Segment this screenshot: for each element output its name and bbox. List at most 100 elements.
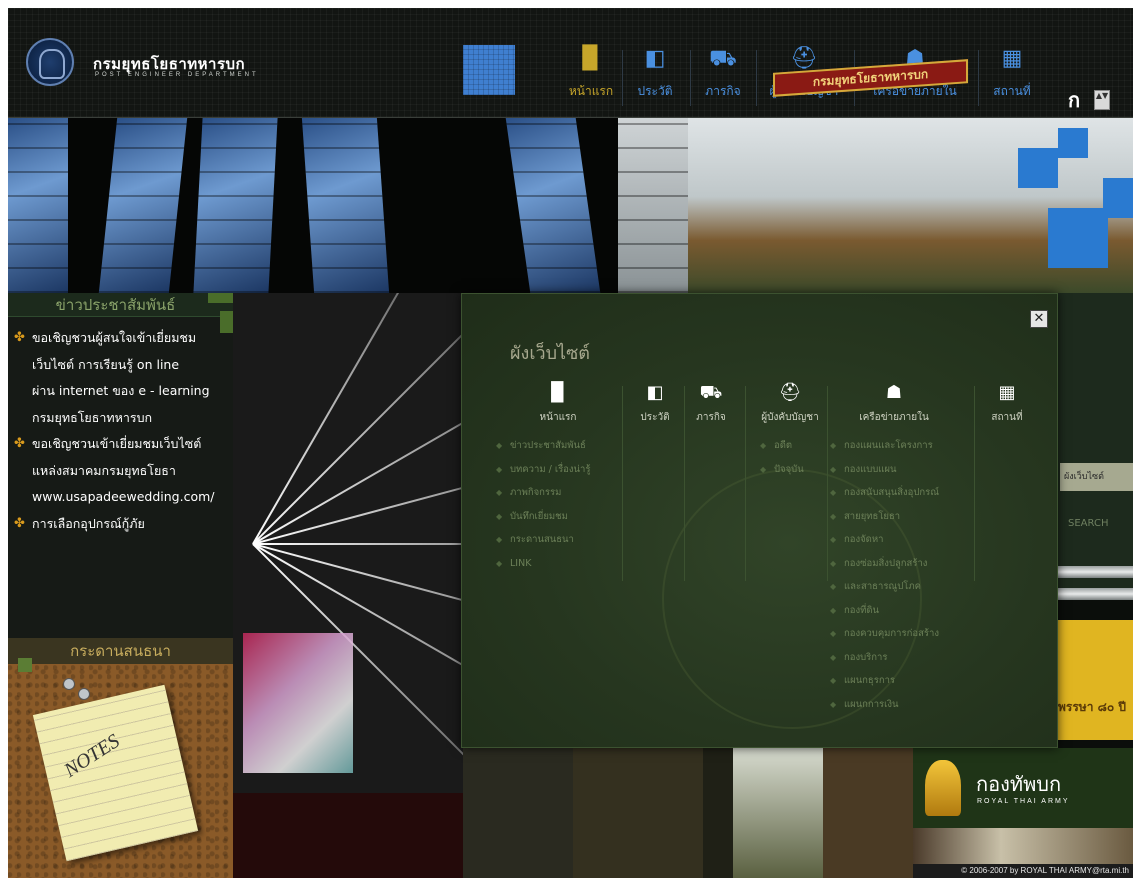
note-text: NOTES [60, 730, 124, 782]
sitemap-link[interactable]: กองสนับสนุนสิ่งอุปกรณ์ [830, 481, 939, 505]
sitemap-link[interactable]: แผนกการเงิน [830, 693, 939, 717]
page-frame: กรมยุทธโยธาทหารบก POST ENGINEER DEPARTME… [8, 8, 1133, 878]
open-book-icon: ◧ [644, 46, 666, 71]
glass-panel [618, 118, 688, 293]
font-size-control[interactable]: ก ▲▼ [1068, 88, 1113, 112]
font-size-stepper[interactable]: ▲▼ [1094, 90, 1110, 110]
sitemap-link[interactable]: ปัจจุบัน [760, 458, 804, 482]
photo-block [463, 748, 573, 878]
decor-pipe [1056, 566, 1133, 578]
sitemap-link[interactable]: กองซ่อมสิ่งปลูกสร้าง [830, 552, 939, 576]
flower-bullet-icon: ✤ [14, 515, 25, 531]
glass-panel [8, 118, 68, 293]
sitemap-link[interactable]: กองควบคุมการก่อสร้าง [830, 622, 939, 646]
flower-bullet-icon: ✤ [14, 330, 25, 345]
sitemap-link[interactable]: กระดานสนธนา [496, 528, 590, 552]
sticky-note: NOTES [32, 684, 199, 862]
sitemap-link[interactable]: แผนกธุรการ [830, 669, 939, 693]
header-accent-block [463, 45, 515, 95]
sitemap-link[interactable]: บันทึกเยี่ยมชม [496, 505, 590, 529]
news-item[interactable]: ✤ การเลือกอุปกรณ์กู้ภัย [14, 511, 227, 538]
sitemap-link[interactable]: บทความ / เรื่องน่ารู้ [496, 458, 590, 482]
sitemap-col-label: สถานที่ [991, 412, 1023, 423]
sitemap-col-label: หน้าแรก [539, 412, 577, 423]
sitemap-col-home[interactable]: ▉ หน้าแรก [528, 382, 588, 425]
font-size-letter: ก [1068, 88, 1081, 112]
nav-mission-label: ภารกิจ [705, 84, 741, 98]
sitemap-link[interactable]: LINK [496, 552, 590, 576]
sitemap-col-label: ผู้บังคับบัญชา [761, 412, 819, 423]
book-icon: ▉ [582, 46, 600, 71]
sitemap-col-label: ภารกิจ [696, 412, 726, 423]
sitemap-col-commanders[interactable]: ⛑ ผู้บังคับบัญชา [745, 382, 835, 425]
decor-pixel [18, 658, 32, 672]
vehicle-icon: ⛟ [709, 46, 737, 71]
sitemap-link[interactable]: กองแผนและโครงการ [830, 434, 939, 458]
sitemap-title: ผังเว็บไซต์ [510, 343, 590, 364]
nav-history[interactable]: ◧ ประวัติ [625, 46, 685, 106]
book-icon: ▉ [551, 382, 565, 403]
nav-separator [756, 50, 757, 106]
sitemap-col-label: ประวัติ [640, 412, 670, 423]
sitemap-col-label: เครือข่ายภายใน [859, 412, 929, 423]
open-book-icon: ◧ [646, 382, 664, 403]
decor-pixel [1058, 128, 1088, 158]
vehicle-icon: ⛟ [699, 382, 723, 403]
decor-pixel [1018, 148, 1058, 188]
webboard-title[interactable]: กระดานสนธนา [8, 638, 233, 664]
building-icon: ▦ [998, 382, 1016, 403]
army-subtitle: ROYAL THAI ARMY [977, 798, 1070, 805]
news-item[interactable]: ✤ ขอเชิญชวนเข้าเยี่ยมชมเว็บไซต์ แหล่งสมา… [14, 431, 227, 511]
news-title: ข่าวประชาสัมพันธ์ [8, 293, 233, 317]
sitemap-separator [622, 386, 623, 581]
sitemap-link[interactable]: กองบริการ [830, 646, 939, 670]
news-item[interactable]: ✤ ขอเชิญชวนผู้สนใจเข้าเยี่ยมชม เว็บไซต์ … [14, 325, 227, 431]
department-seal-icon[interactable] [26, 38, 74, 86]
nav-separator [690, 50, 691, 106]
army-name: กองทัพบก [976, 772, 1062, 796]
news-line: ขอเชิญชวนผู้สนใจเข้าเยี่ยมชม [32, 330, 197, 345]
webboard-panel[interactable]: กระดานสนธนา NOTES [8, 638, 233, 878]
news-line: แหล่งสมาคมกรมยุทธโยธา [32, 462, 176, 478]
sitemap-col-network[interactable]: ☗ เครือข่ายภายใน [834, 382, 954, 425]
sitemap-link[interactable]: และสาธารณูปโภค [830, 575, 939, 599]
pushpin-icon [78, 688, 90, 700]
sitemap-col-location[interactable]: ▦ สถานที่ [982, 382, 1032, 425]
anniversary-banner[interactable] [1056, 620, 1133, 740]
decor-pixel [1103, 178, 1133, 218]
sitemap-link[interactable]: สายยุทธโยธา [830, 505, 939, 529]
decor-ray [253, 543, 463, 545]
sitemap-col-history[interactable]: ◧ ประวัติ [630, 382, 680, 425]
sitemap-network-links: กองแผนและโครงการ กองแบบแผน กองสนับสนุนสิ… [830, 434, 939, 716]
anniversary-text: พรรษา ๘๐ ปี [1058, 700, 1127, 714]
sitemap-link[interactable]: ภาพกิจกรรม [496, 481, 590, 505]
org-subtitle: POST ENGINEER DEPARTMENT [95, 72, 259, 78]
sitemap-dialog: ✕ ผังเว็บไซต์ ▉ หน้าแรก ◧ ประวัติ ⛟ ภารก… [461, 293, 1058, 748]
nav-home-label: หน้าแรก [568, 84, 614, 98]
sitemap-col-mission[interactable]: ⛟ ภารกิจ [686, 382, 736, 425]
nav-mission[interactable]: ⛟ ภารกิจ [693, 46, 753, 106]
decor-dark-block [233, 793, 463, 878]
sitemap-link[interactable]: กองที่ดิน [830, 599, 939, 623]
glass-panel [98, 118, 188, 293]
decor-color-block [243, 633, 353, 773]
close-icon[interactable]: ✕ [1030, 310, 1048, 328]
glass-panel [505, 118, 601, 293]
news-line: กรมยุทธโยธาทหารบก [32, 409, 153, 425]
book-photo [233, 293, 463, 878]
photo-block [823, 748, 913, 878]
sitemap-commander-links: อดีต ปัจจุบัน [760, 434, 804, 481]
sitemap-home-links: ข่าวประชาสัมพันธ์ บทความ / เรื่องน่ารู้ … [496, 434, 590, 575]
search-button[interactable]: SEARCH [1068, 518, 1108, 529]
sitemap-link[interactable]: อดีต [760, 434, 804, 458]
sitemap-link[interactable]: กองแบบแผน [830, 458, 939, 482]
nav-home[interactable]: ▉ หน้าแรก [561, 46, 621, 106]
hero-banner [8, 118, 1133, 293]
sitemap-link[interactable]: กองจัดหา [830, 528, 939, 552]
news-line: www.usapadeewedding.com/ [32, 489, 215, 504]
nav-location[interactable]: ▦ สถานที่ [982, 46, 1042, 106]
sitemap-search-input[interactable]: ผังเว็บไซต์ [1060, 463, 1133, 491]
sitemap-link[interactable]: ข่าวประชาสัมพันธ์ [496, 434, 590, 458]
army-link[interactable]: กองทัพบก ROYAL THAI ARMY [913, 748, 1133, 828]
network-icon: ☗ [885, 382, 903, 403]
